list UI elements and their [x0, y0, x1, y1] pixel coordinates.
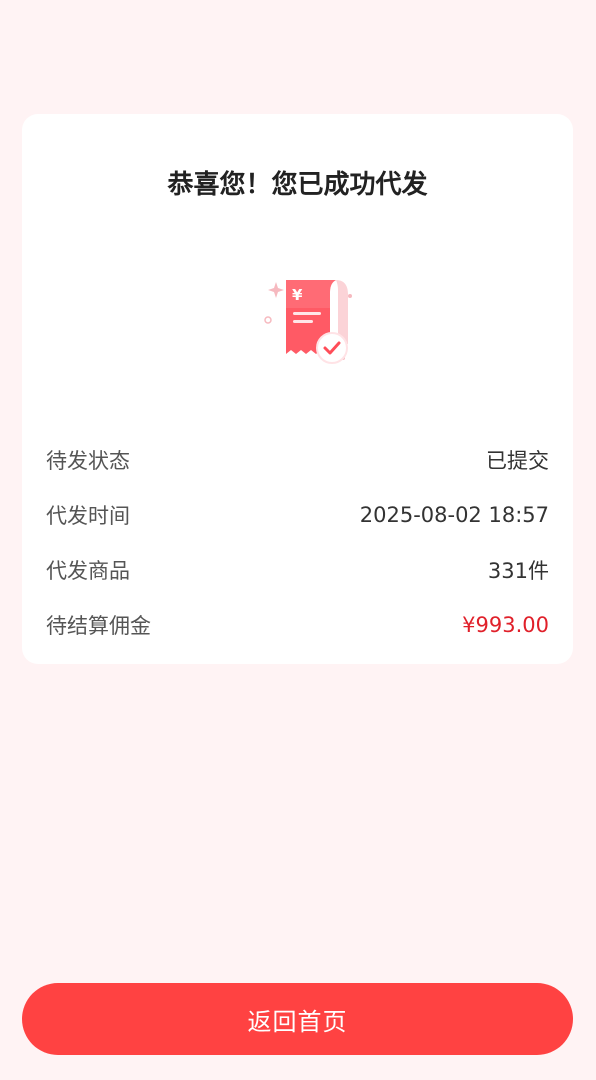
status-value: 已提交 [486, 448, 549, 473]
list-item: 代发商品 331件 [46, 542, 549, 597]
time-label: 代发时间 [46, 503, 130, 528]
status-label: 待发状态 [46, 448, 130, 473]
list-item: 待发状态 已提交 [46, 432, 549, 487]
svg-text:¥: ¥ [292, 286, 303, 304]
return-home-button[interactable]: 返回首页 [22, 983, 573, 1055]
commission-label: 待结算佣金 [46, 613, 151, 638]
time-value: 2025-08-02 18:57 [359, 502, 549, 527]
commission-value: ¥993.00 [462, 612, 549, 637]
list-item: 待结算佣金 ¥993.00 [46, 597, 549, 652]
page-title: 恭喜您！您已成功代发 [167, 170, 428, 200]
goods-value: 331件 [487, 558, 549, 583]
receipt-check-icon: ¥ [240, 260, 360, 380]
list-item: 代发时间 2025-08-02 18:57 [46, 487, 549, 542]
success-card: 恭喜您！您已成功代发 ¥ 待发状态 已提交 代发时间 2025-08-02 18… [22, 114, 573, 664]
detail-list: 待发状态 已提交 代发时间 2025-08-02 18:57 代发商品 331件… [46, 432, 549, 652]
goods-label: 代发商品 [46, 558, 130, 583]
